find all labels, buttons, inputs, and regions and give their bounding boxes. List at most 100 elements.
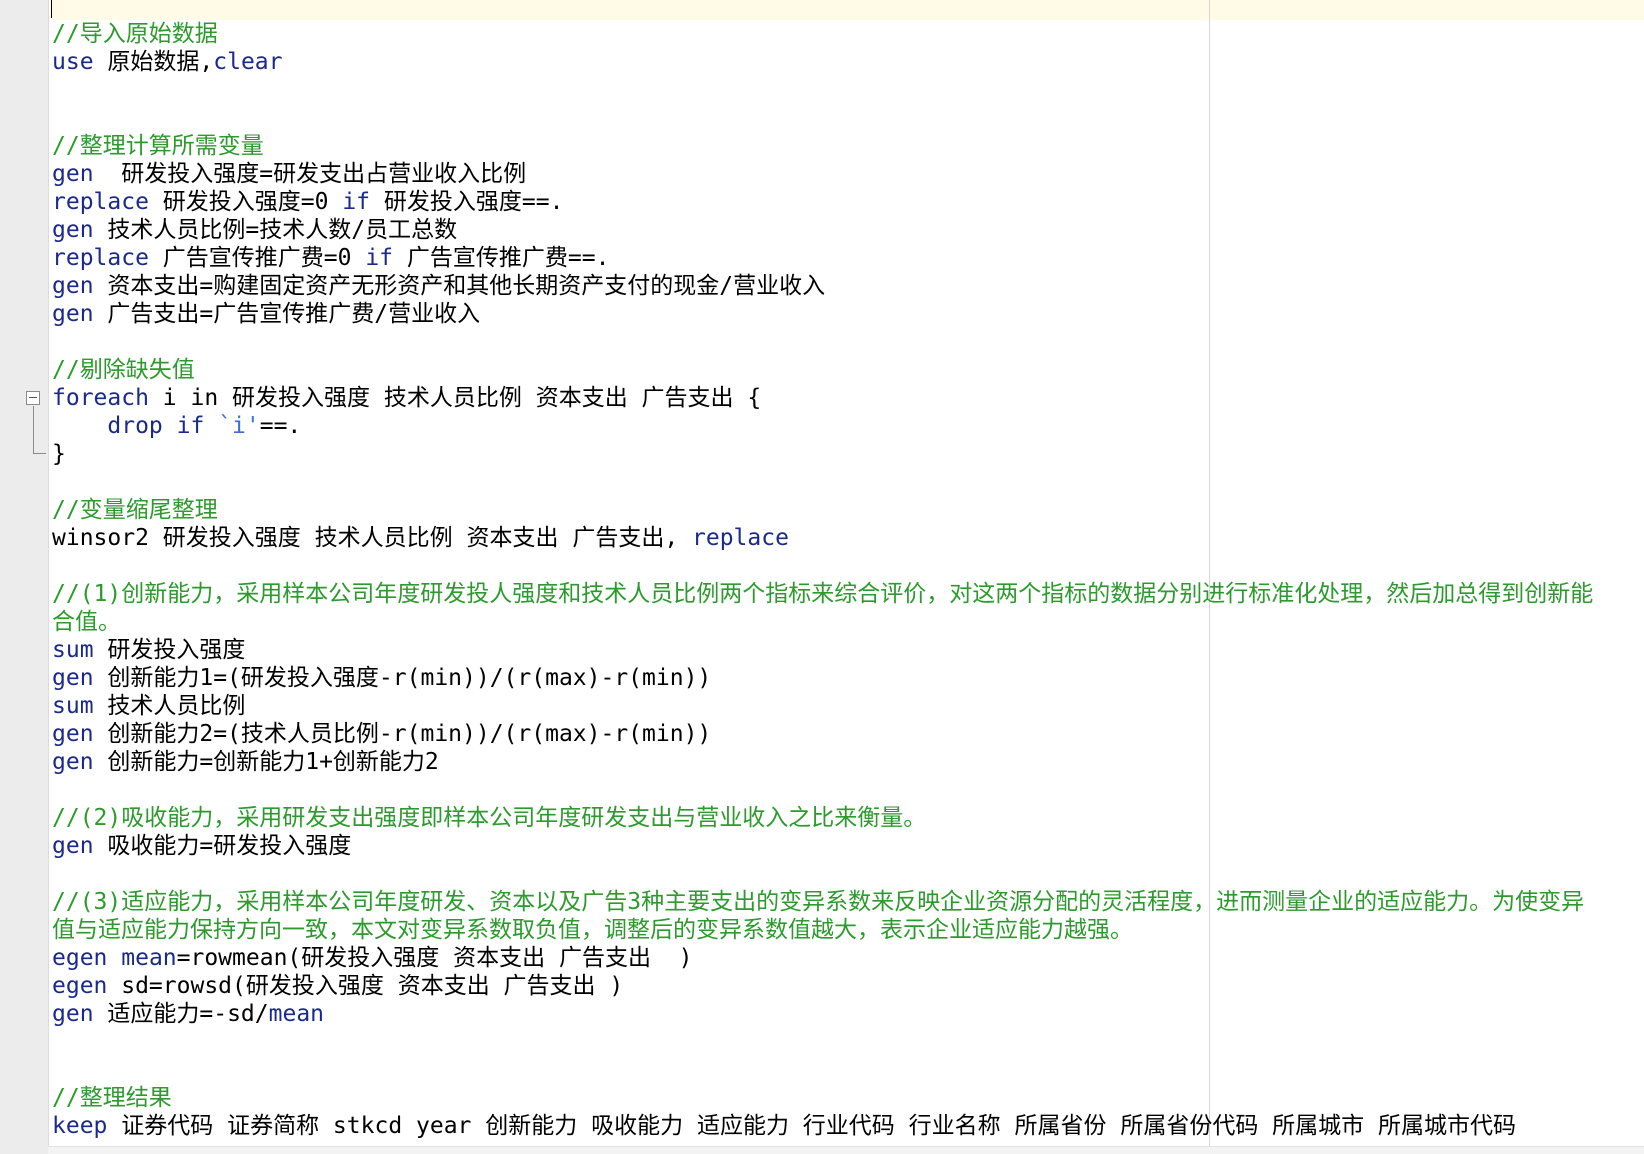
code-line[interactable]: egen sd=rowsd(研发投入强度 资本支出 广告支出 ) <box>52 972 1593 1000</box>
code-line[interactable]: gen 资本支出=购建固定资产无形资产和其他长期资产支付的现金/营业收入 <box>52 272 1593 300</box>
keyword-token: replace <box>52 189 149 215</box>
keyword-token: sum <box>52 693 94 719</box>
code-line[interactable]: 值与适应能力保持方向一致，本文对变异系数取负值，调整后的变异系数值越大，表示企业… <box>52 916 1593 944</box>
keyword-token: drop if <box>107 413 205 439</box>
code-token: 广告宣传推广费=0 <box>148 245 366 271</box>
text-caret <box>51 0 52 18</box>
code-line[interactable]: sum 技术人员比例 <box>52 692 1593 720</box>
keyword-token: gen <box>52 833 94 859</box>
code-line[interactable] <box>52 468 1593 496</box>
code-token: 原始数据, <box>93 49 214 75</box>
keyword-token: gen <box>52 217 94 243</box>
keyword-token: gen <box>52 273 94 299</box>
code-line[interactable]: 合值。 <box>52 608 1593 636</box>
keyword-token: replace <box>692 525 789 551</box>
keyword-token: sum <box>52 637 94 663</box>
code-line[interactable]: gen 研发投入强度=研发支出占营业收入比例 <box>52 160 1593 188</box>
code-line[interactable]: replace 研发投入强度=0 if 研发投入强度==. <box>52 188 1593 216</box>
fold-end-marker <box>33 453 46 454</box>
code-token: 创新能力1=(研发投入强度-r(min))/(r(max)-r(min)) <box>93 665 712 691</box>
code-token: 证券代码 证券简称 stkcd year 创新能力 吸收能力 适应能力 行业代码… <box>107 1113 1517 1139</box>
keyword-token: gen <box>52 665 94 691</box>
code-line[interactable]: gen 适应能力=-sd/mean <box>52 1000 1593 1028</box>
keyword-token: replace <box>52 245 149 271</box>
code-line[interactable]: egen mean=rowmean(研发投入强度 资本支出 广告支出 ) <box>52 944 1593 972</box>
code-line[interactable]: } <box>52 440 1593 468</box>
code-token: 研发投入强度 <box>93 637 246 663</box>
code-token: 技术人员比例 <box>93 693 246 719</box>
code-line[interactable]: //变量缩尾整理 <box>52 496 1593 524</box>
current-line-highlight <box>49 0 1644 20</box>
code-line[interactable] <box>52 1056 1593 1084</box>
keyword-token: gen <box>52 161 94 187</box>
code-token: 资本支出=购建固定资产无形资产和其他长期资产支付的现金/营业收入 <box>93 273 826 299</box>
code-token: 吸收能力=研发投入强度 <box>93 833 352 859</box>
code-line[interactable]: //整理结果 <box>52 1084 1593 1112</box>
code-token: 广告支出=广告宣传推广费/营业收入 <box>93 301 481 327</box>
keyword-token: gen <box>52 1001 94 1027</box>
code-token: 广告宣传推广费==. <box>393 245 610 271</box>
code-line[interactable] <box>52 776 1593 804</box>
code-line[interactable]: drop if `i'==. <box>52 412 1593 440</box>
keyword-token: egen <box>52 945 108 971</box>
code-line[interactable] <box>52 860 1593 888</box>
code-line[interactable] <box>52 552 1593 580</box>
code-line[interactable]: gen 创新能力2=(技术人员比例-r(min))/(r(max)-r(min)… <box>52 720 1593 748</box>
comment-text: //整理计算所需变量 <box>52 133 264 159</box>
code-line[interactable]: gen 广告支出=广告宣传推广费/营业收入 <box>52 300 1593 328</box>
code-line[interactable]: gen 创新能力1=(研发投入强度-r(min))/(r(max)-r(min)… <box>52 664 1593 692</box>
code-line[interactable]: foreach i in 研发投入强度 技术人员比例 资本支出 广告支出 { <box>52 384 1593 412</box>
comment-text: //(3)适应能力，采用样本公司年度研发、资本以及广告3种主要支出的变异系数来反… <box>52 889 1585 915</box>
comment-text: //整理结果 <box>52 1085 172 1111</box>
code-token: =rowmean(研发投入强度 资本支出 广告支出 ) <box>176 945 693 971</box>
code-line[interactable] <box>52 104 1593 132</box>
code-token: 适应能力=-sd/ <box>93 1001 269 1027</box>
code-line[interactable] <box>52 1028 1593 1056</box>
code-text-area[interactable]: //导入原始数据 use 原始数据,clear//整理计算所需变量 gen 研发投入… <box>52 20 1593 1140</box>
comment-text: //(1)创新能力，采用样本公司年度研发投人强度和技术人员比例两个指标来综合评价… <box>52 581 1594 607</box>
code-line[interactable]: //(1)创新能力，采用样本公司年度研发投人强度和技术人员比例两个指标来综合评价… <box>52 580 1593 608</box>
code-token: 研发投入强度==. <box>370 189 564 215</box>
code-line[interactable]: //导入原始数据 <box>52 20 1593 48</box>
code-line[interactable]: //(2)吸收能力，采用研发支出强度即样本公司年度研发支出与营业收入之比来衡量。 <box>52 804 1593 832</box>
fold-toggle-icon[interactable] <box>26 391 40 405</box>
code-line[interactable]: //剔除缺失值 <box>52 356 1593 384</box>
comment-text: 合值。 <box>52 609 121 635</box>
code-line[interactable]: //整理计算所需变量 <box>52 132 1593 160</box>
keyword-token: clear <box>213 49 283 75</box>
fold-margin <box>24 0 48 1154</box>
keyword-token: mean <box>121 945 177 971</box>
code-line[interactable]: gen 技术人员比例=技术人数/员工总数 <box>52 216 1593 244</box>
code-line[interactable]: //(3)适应能力，采用样本公司年度研发、资本以及广告3种主要支出的变异系数来反… <box>52 888 1593 916</box>
code-line[interactable]: keep 证券代码 证券简称 stkcd year 创新能力 吸收能力 适应能力… <box>52 1112 1593 1140</box>
code-token: 创新能力=创新能力1+创新能力2 <box>93 749 439 775</box>
code-line[interactable]: gen 吸收能力=研发投入强度 <box>52 832 1593 860</box>
comment-text: //(2)吸收能力，采用研发支出强度即样本公司年度研发支出与营业收入之比来衡量。 <box>52 805 927 831</box>
code-token: sd=rowsd(研发投入强度 资本支出 广告支出 ) <box>107 973 624 999</box>
code-token: 创新能力2=(技术人员比例-r(min))/(r(max)-r(min)) <box>93 721 712 747</box>
code-token: } <box>52 441 66 467</box>
code-token: ==. <box>259 413 302 439</box>
code-editor[interactable]: //导入原始数据 use 原始数据,clear//整理计算所需变量 gen 研发投入… <box>0 0 1644 1154</box>
keyword-token: gen <box>52 721 94 747</box>
keyword-token: if <box>365 245 394 271</box>
code-line[interactable]: use 原始数据,clear <box>52 48 1593 76</box>
code-line[interactable]: winsor2 研发投入强度 技术人员比例 资本支出 广告支出, replace <box>52 524 1593 552</box>
horizontal-scrollbar[interactable] <box>48 1146 1644 1154</box>
fold-guide-line <box>33 406 34 454</box>
keyword-token: use <box>52 49 94 75</box>
code-line[interactable]: sum 研发投入强度 <box>52 636 1593 664</box>
keyword-token: gen <box>52 301 94 327</box>
macro-token: `i' <box>218 413 260 439</box>
line-gutter <box>0 0 49 1154</box>
code-line[interactable]: replace 广告宣传推广费=0 if 广告宣传推广费==. <box>52 244 1593 272</box>
keyword-token: keep <box>52 1113 108 1139</box>
code-token: 技术人员比例=技术人数/员工总数 <box>93 217 458 243</box>
comment-text: 值与适应能力保持方向一致，本文对变异系数取负值，调整后的变异系数值越大，表示企业… <box>52 917 1133 943</box>
code-line[interactable] <box>52 76 1593 104</box>
code-line[interactable] <box>52 328 1593 356</box>
code-line[interactable]: gen 创新能力=创新能力1+创新能力2 <box>52 748 1593 776</box>
keyword-token: mean <box>268 1001 325 1027</box>
